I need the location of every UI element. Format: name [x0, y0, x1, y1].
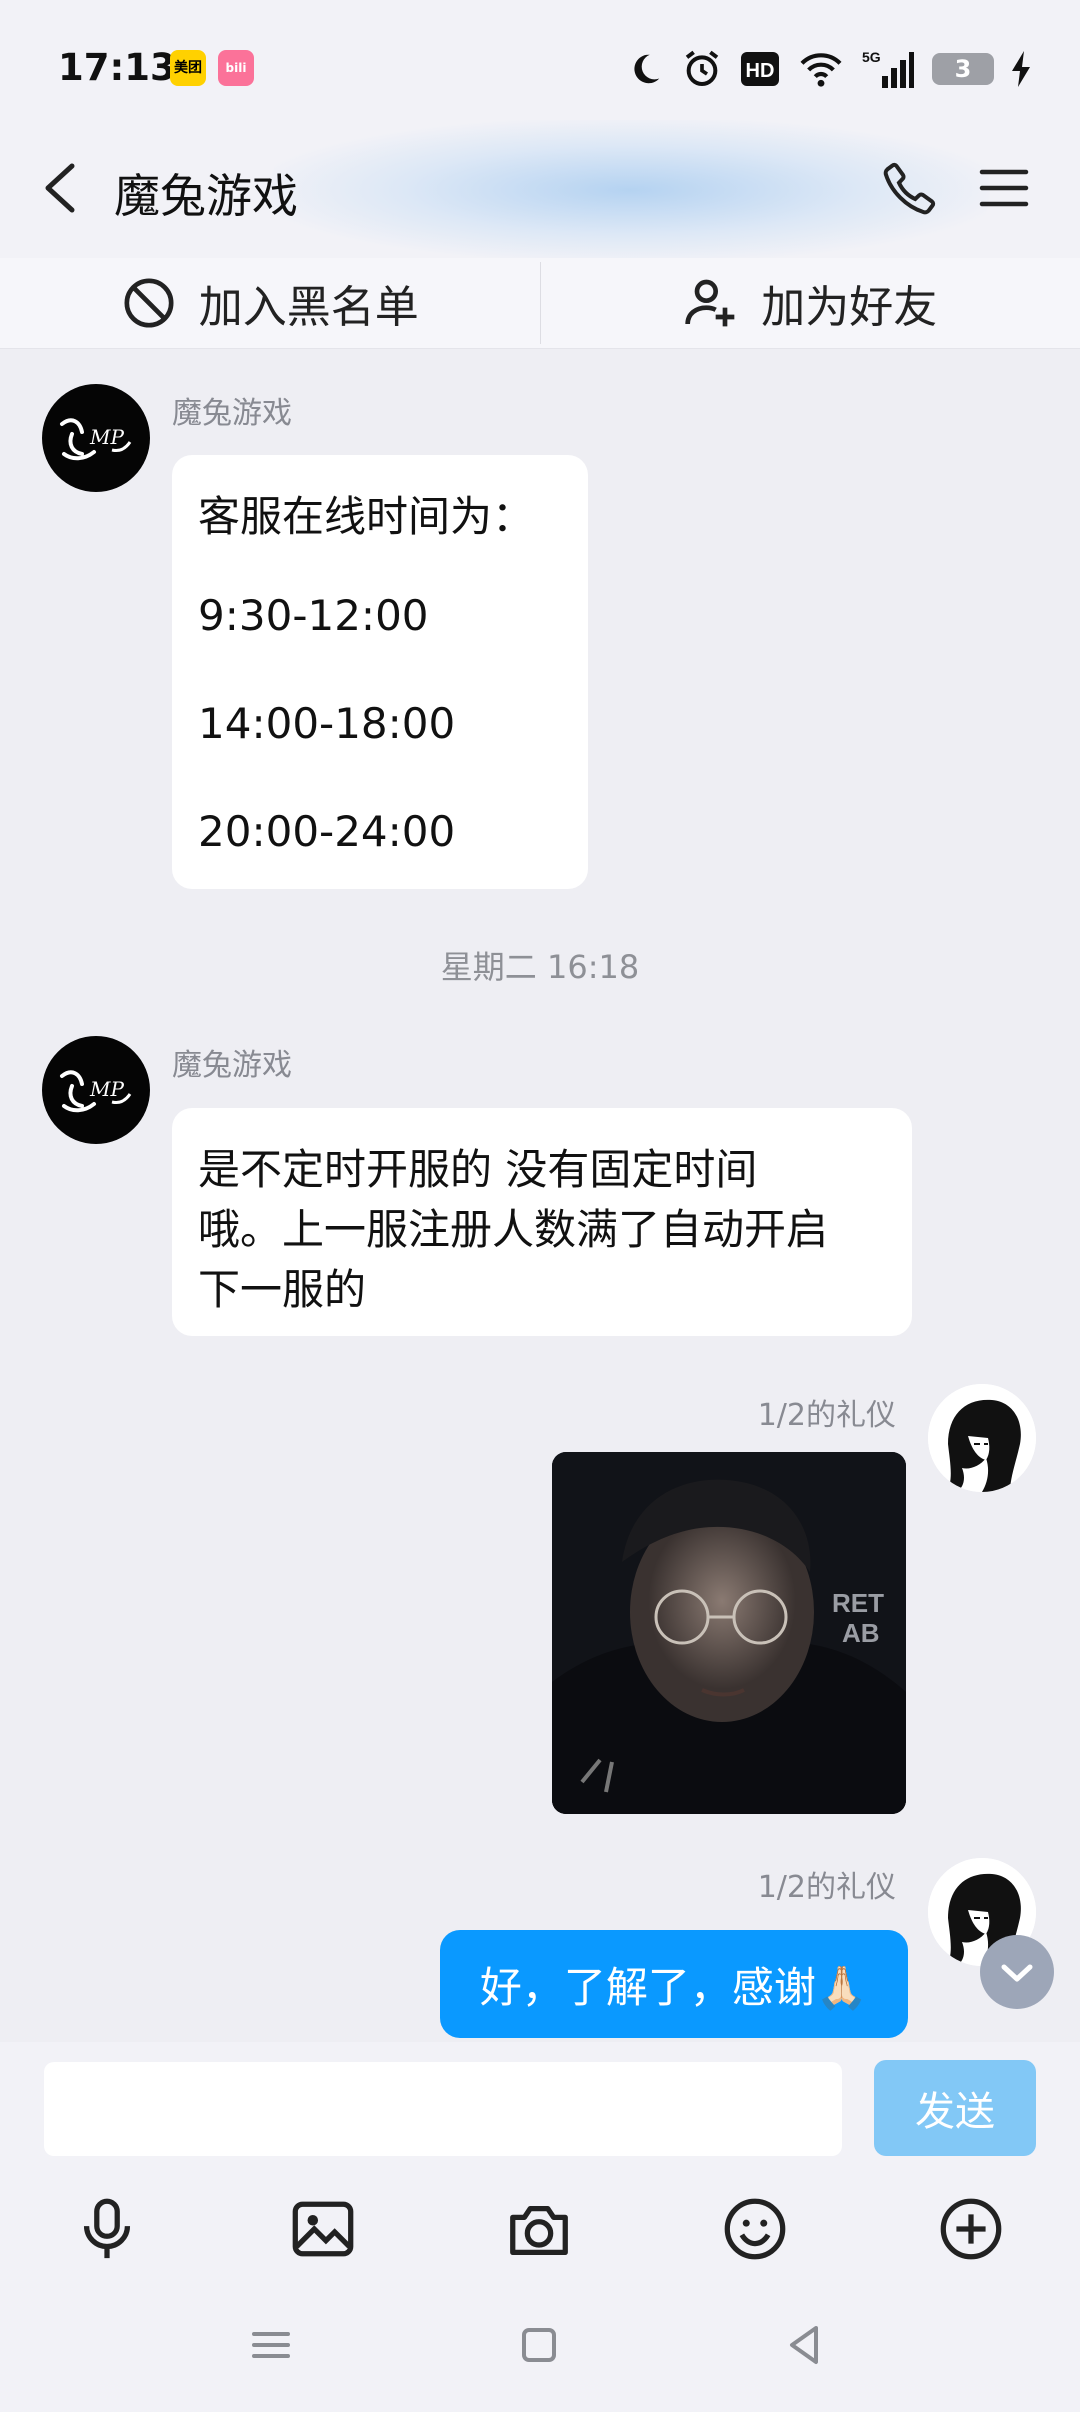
avatar[interactable]: MP: [42, 1036, 150, 1144]
message-input[interactable]: [44, 2062, 842, 2156]
svg-text:RET: RET: [832, 1588, 884, 1618]
avatar[interactable]: MP: [42, 384, 150, 492]
block-icon: [124, 278, 174, 328]
moon-icon: [634, 54, 660, 84]
anime-avatar-icon: [928, 1384, 1036, 1492]
message-bubble[interactable]: 是不定时开服的 没有固定时间 哦。上一服注册人数满了自动开启 下一服的: [172, 1108, 912, 1336]
hd-icon: HD: [741, 52, 779, 86]
message-text: 客服在线时间为：: [198, 492, 535, 541]
chevron-down-icon: [1001, 1964, 1033, 1982]
back-nav-icon[interactable]: [780, 2320, 830, 2370]
wifi-icon: [800, 53, 842, 87]
svg-text:HD: HD: [746, 60, 775, 82]
message-text: 是不定时开服的 没有固定时间: [198, 1145, 758, 1194]
message-text: 哦。上一服注册人数满了自动开启: [198, 1205, 829, 1254]
sender-name: 1/2的礼仪: [757, 1398, 896, 1433]
message-text: 20:00-24:00: [198, 807, 456, 856]
message-text: 下一服的: [198, 1265, 367, 1314]
microphone-icon[interactable]: [72, 2194, 142, 2264]
block-label: 加入黑名单: [198, 282, 419, 333]
phone-icon[interactable]: [880, 158, 940, 218]
contact-action-bar: 加入黑名单 加为好友: [0, 258, 1080, 349]
recent-apps-icon[interactable]: [246, 2320, 296, 2370]
message-text: 9:30-12:00: [198, 591, 429, 640]
home-icon[interactable]: [514, 2320, 564, 2370]
camera-icon[interactable]: [504, 2194, 574, 2264]
meituan-app-icon: 美团: [170, 50, 206, 86]
chat-title: 魔兔游戏: [114, 169, 298, 223]
svg-text:AB: AB: [842, 1618, 880, 1648]
battery-icon: 3: [932, 53, 994, 85]
status-bar: 17:13 美团 bili HD 5G 3: [0, 0, 1080, 140]
status-time: 17:13: [58, 46, 176, 89]
avatar[interactable]: [928, 1384, 1036, 1492]
sender-name: 魔兔游戏: [172, 1048, 292, 1083]
bilibili-app-icon: bili: [218, 50, 254, 86]
add-friend-button[interactable]: 加为好友: [541, 258, 1080, 348]
menu-icon[interactable]: [978, 162, 1030, 214]
svg-text:5G: 5G: [862, 49, 881, 65]
emoji-icon[interactable]: [720, 2194, 790, 2264]
message-photo[interactable]: RET AB: [552, 1452, 906, 1814]
back-arrow-icon[interactable]: [34, 156, 90, 220]
photo-image: RET AB: [552, 1452, 906, 1814]
mp-logo-icon: MP: [60, 418, 132, 461]
svg-text:MP: MP: [89, 425, 124, 449]
message-bubble[interactable]: 客服在线时间为： 9:30-12:00 14:00-18:00 20:00-24…: [172, 455, 588, 889]
add-friend-label: 加为好友: [761, 282, 938, 333]
status-icons: HD 5G 3: [626, 44, 1032, 94]
sender-name: 1/2的礼仪: [757, 1870, 896, 1905]
message-text: 好，了解了，感谢🙏🏻: [479, 1962, 869, 2012]
message-bubble-sent[interactable]: 好，了解了，感谢🙏🏻: [440, 1930, 908, 2038]
time-separator: 星期二 16:18: [440, 948, 640, 986]
send-button[interactable]: 发送: [874, 2060, 1036, 2156]
message-text: 14:00-18:00: [198, 699, 456, 748]
sender-name: 魔兔游戏: [172, 396, 292, 431]
image-icon[interactable]: [288, 2194, 358, 2264]
block-button[interactable]: 加入黑名单: [0, 258, 540, 348]
scroll-to-bottom-button[interactable]: [980, 1935, 1054, 2009]
plus-icon[interactable]: [936, 2194, 1006, 2264]
svg-text:MP: MP: [89, 1077, 124, 1101]
mp-logo-icon: MP: [60, 1070, 132, 1113]
charging-icon: [1012, 51, 1030, 87]
chat-screen: 17:13 美团 bili HD 5G 3 魔兔游戏 加入黑名单 加为好友 MP…: [0, 0, 1080, 2412]
add-user-icon: [685, 279, 735, 327]
signal-5g-icon: 5G: [862, 49, 914, 88]
alarm-icon: [685, 50, 719, 86]
